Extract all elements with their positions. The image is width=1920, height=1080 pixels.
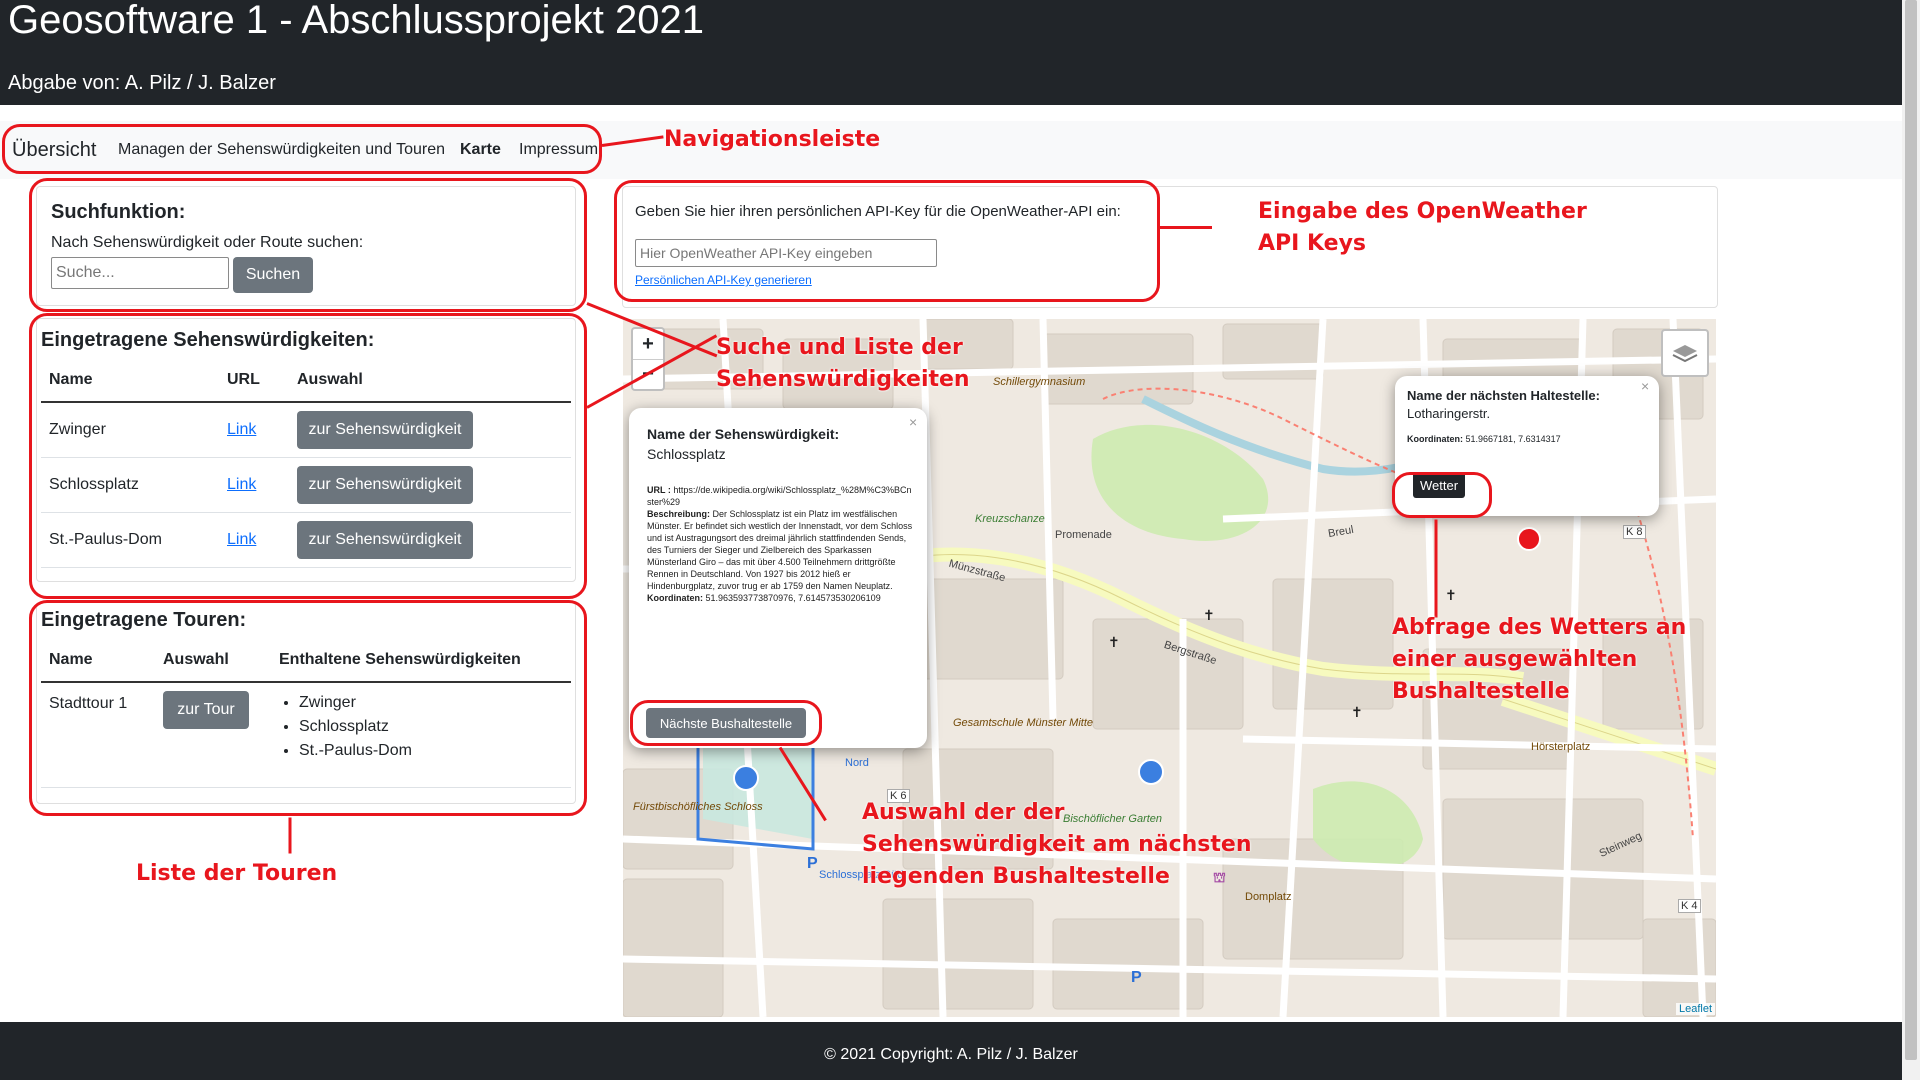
map-label: Gesamtschule Münster Mitte xyxy=(953,717,1093,729)
church-icon: ✝ xyxy=(1351,704,1363,720)
sight-popup: × Name der Sehenswürdigkeit: Schlossplat… xyxy=(629,408,927,748)
annotation-box-apikey xyxy=(614,180,1160,302)
map-label: Hörsterplatz xyxy=(1531,741,1591,753)
popup-stop-name: Lotharingerstr. xyxy=(1407,406,1491,421)
copyright-text: © 2021 Copyright: A. Pilz / J. Balzer xyxy=(824,1046,1078,1063)
parking-icon: P xyxy=(807,855,818,872)
annotation-weather-line3: Bushaltestelle xyxy=(1392,679,1570,704)
bus-stop-marker-icon[interactable] xyxy=(1517,527,1541,551)
page-footer: © 2021 Copyright: A. Pilz / J. Balzer xyxy=(0,1022,1902,1080)
annotation-search-line1: Suche und Liste der xyxy=(716,335,963,360)
scrollbar-thumb[interactable] xyxy=(1905,0,1917,1060)
church-icon: ✝ xyxy=(1445,587,1457,603)
annotation-line xyxy=(1208,226,1212,229)
annotation-weather-line1: Abfrage des Wetters an xyxy=(1392,615,1687,640)
map-label: K 4 xyxy=(1678,899,1701,913)
annotation-line xyxy=(1434,519,1438,618)
map-attribution[interactable]: Leaflet xyxy=(1676,1003,1716,1015)
annotation-box-navbar xyxy=(2,124,602,174)
map-label: Fürstbischöfliches Schloss xyxy=(633,801,763,813)
map-label: Schillergymnasium xyxy=(993,376,1086,388)
popup-coord-value: 51.963593773870976, 7.614573530206109 xyxy=(705,593,881,603)
annotation-navbar: Navigationsleiste xyxy=(664,127,881,152)
annotation-box-sights xyxy=(29,313,587,599)
popup-coord-label: Koordinaten: xyxy=(647,593,703,603)
parking-icon: P xyxy=(1131,969,1142,986)
popup-desc-value: Der Schlossplatz ist ein Platz im westfä… xyxy=(647,509,913,591)
annotation-box-weather xyxy=(1392,472,1492,518)
popup-stop-title: Name der nächsten Haltestelle: xyxy=(1407,388,1600,403)
popup-url-value: https://de.wikipedia.org/wiki/Schlosspla… xyxy=(647,485,912,507)
annotation-search-line2: Sehenswürdigkeiten xyxy=(716,367,970,392)
annotation-nearest-line1: Auswahl der der xyxy=(862,800,1065,825)
annotation-weather-line2: einer ausgewählten xyxy=(1392,647,1638,672)
annotation-line xyxy=(1160,226,1210,229)
map-label: K 8 xyxy=(1623,525,1646,539)
map-label: Promenade xyxy=(1055,529,1112,541)
popup-sight-title: Name der Sehenswürdigkeit: xyxy=(647,426,840,442)
map-label: Domplatz xyxy=(1245,891,1292,903)
annotation-box-nearest-stop xyxy=(630,700,822,746)
close-icon[interactable]: × xyxy=(1641,378,1649,394)
map-label: Bischöflicher Garten xyxy=(1063,813,1163,825)
popup-stop-coord-value: 51.9667181, 7.6314317 xyxy=(1465,434,1561,444)
annotation-apikey-line1: Eingabe des OpenWeather xyxy=(1258,199,1587,224)
popup-sight-details: URL : https://de.wikipedia.org/wiki/Schl… xyxy=(647,484,915,604)
page-header: Geosoftware 1 - Abschlussprojekt 2021 Ab… xyxy=(0,0,1902,105)
annotation-box-search xyxy=(29,178,587,312)
map-label: Kreuzschanze xyxy=(975,513,1045,525)
annotation-nearest-line2: Sehenswürdigkeit am nächsten xyxy=(862,832,1252,857)
layers-control[interactable] xyxy=(1661,329,1709,377)
layers-icon xyxy=(1672,345,1698,363)
church-icon: ✝ xyxy=(1203,607,1215,623)
popup-desc-label: Beschreibung: xyxy=(647,509,711,519)
popup-url-label: URL : xyxy=(647,485,671,495)
annotation-apikey-line2: API Keys xyxy=(1258,231,1367,256)
annotation-line xyxy=(288,817,292,854)
page-title: Geosoftware 1 - Abschlussprojekt 2021 xyxy=(8,0,704,42)
museum-marker-icon[interactable] xyxy=(1138,759,1164,785)
museum-marker-icon[interactable] xyxy=(733,765,759,791)
marketplace-icon: ⛫ xyxy=(1213,869,1226,885)
church-icon: ✝ xyxy=(1108,634,1120,650)
annotation-box-tours xyxy=(29,600,587,816)
annotation-nearest-line3: liegenden Bushaltestelle xyxy=(862,864,1170,889)
annotation-tours: Liste der Touren xyxy=(136,861,338,886)
page-subtitle: Abgabe von: A. Pilz / J. Balzer xyxy=(8,72,276,94)
popup-stop-coord-label: Koordinaten: xyxy=(1407,434,1463,444)
close-icon[interactable]: × xyxy=(909,414,917,430)
map-label: Nord xyxy=(845,757,869,769)
popup-sight-name: Schlossplatz xyxy=(647,446,726,462)
popup-stop-coords: Koordinaten: 51.9667181, 7.6314317 xyxy=(1407,434,1561,444)
